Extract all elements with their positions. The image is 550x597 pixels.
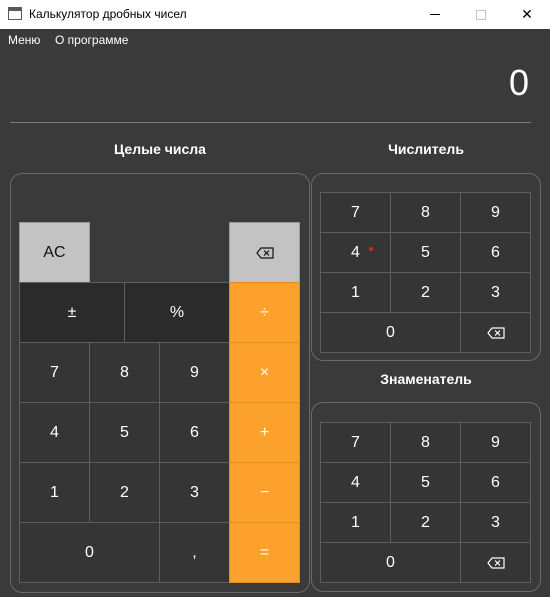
den-digit-0-button[interactable]: 0: [320, 542, 461, 583]
den-digit-5-button[interactable]: 5: [390, 462, 461, 503]
den-digit-7-button[interactable]: 7: [320, 422, 391, 463]
num-digit-3-button[interactable]: 3: [460, 272, 531, 313]
ac-button[interactable]: AC: [19, 222, 90, 283]
num-digit-9-button[interactable]: 9: [460, 192, 531, 233]
equals-button[interactable]: =: [229, 522, 300, 583]
app-window-icon: [8, 7, 22, 20]
num-digit-7-button[interactable]: 7: [320, 192, 391, 233]
num-backspace-button[interactable]: [460, 312, 531, 353]
close-button[interactable]: ✕: [504, 0, 550, 29]
num-digit-0-button[interactable]: 0: [320, 312, 461, 353]
display-divider: [10, 122, 531, 123]
subtract-button[interactable]: −: [229, 462, 300, 523]
backspace-icon: [255, 246, 274, 259]
int-backspace-button[interactable]: [229, 222, 300, 283]
focus-indicator-dot: [369, 247, 373, 251]
den-digit-3-button[interactable]: 3: [460, 502, 531, 543]
int-digit-5-button[interactable]: 5: [89, 402, 160, 463]
num-digit-4-button[interactable]: 4: [320, 232, 391, 273]
int-digit-7-button[interactable]: 7: [19, 342, 90, 403]
den-digit-2-button[interactable]: 2: [390, 502, 461, 543]
int-digit-0-button[interactable]: 0: [19, 522, 160, 583]
menu-item-about[interactable]: О программе: [55, 33, 128, 47]
num-digit-8-button[interactable]: 8: [390, 192, 461, 233]
maximize-icon: [476, 9, 486, 20]
plus-minus-button[interactable]: ±: [19, 282, 125, 343]
den-digit-6-button[interactable]: 6: [460, 462, 531, 503]
int-digit-4-button[interactable]: 4: [19, 402, 90, 463]
maximize-button[interactable]: [458, 0, 504, 29]
result-display: 0: [508, 62, 529, 103]
denominator-title: Знаменатель: [380, 371, 472, 387]
den-digit-8-button[interactable]: 8: [390, 422, 461, 463]
int-digit-3-button[interactable]: 3: [159, 462, 230, 523]
menu-bar: Меню О программе: [0, 29, 550, 51]
window-title: Калькулятор дробных чисел: [29, 7, 187, 21]
menu-item-menu[interactable]: Меню: [8, 33, 40, 47]
backspace-icon: [486, 556, 505, 569]
add-button[interactable]: +: [229, 402, 300, 463]
comma-button[interactable]: ,: [159, 522, 230, 583]
num-digit-6-button[interactable]: 6: [460, 232, 531, 273]
multiply-button[interactable]: ×: [229, 342, 300, 403]
num-digit-5-button[interactable]: 5: [390, 232, 461, 273]
int-digit-2-button[interactable]: 2: [89, 462, 160, 523]
den-digit-9-button[interactable]: 9: [460, 422, 531, 463]
num-digit-4-label: 4: [351, 243, 360, 261]
divide-button[interactable]: ÷: [229, 282, 300, 343]
int-digit-9-button[interactable]: 9: [159, 342, 230, 403]
minimize-button[interactable]: [412, 0, 458, 29]
integers-title: Целые числа: [114, 141, 206, 157]
den-backspace-button[interactable]: [460, 542, 531, 583]
numerator-title: Числитель: [388, 141, 464, 157]
close-icon: ✕: [521, 6, 533, 22]
minimize-icon: [430, 14, 440, 15]
backspace-icon: [486, 326, 505, 339]
den-digit-4-button[interactable]: 4: [320, 462, 391, 503]
title-bar: Калькулятор дробных чисел ✕: [0, 0, 550, 29]
percent-button[interactable]: %: [124, 282, 230, 343]
int-digit-6-button[interactable]: 6: [159, 402, 230, 463]
int-digit-8-button[interactable]: 8: [89, 342, 160, 403]
num-digit-1-button[interactable]: 1: [320, 272, 391, 313]
int-digit-1-button[interactable]: 1: [19, 462, 90, 523]
num-digit-2-button[interactable]: 2: [390, 272, 461, 313]
den-digit-1-button[interactable]: 1: [320, 502, 391, 543]
